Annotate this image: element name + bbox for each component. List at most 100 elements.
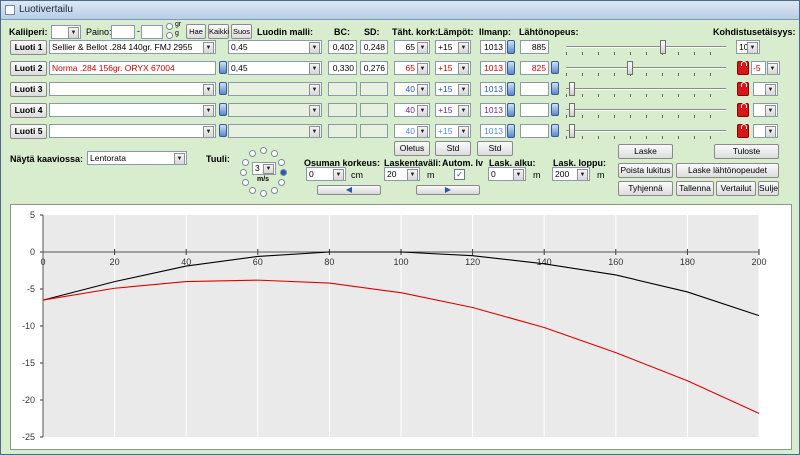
taht-3-select[interactable]: 40 ▼ (394, 82, 430, 96)
taht-1-select[interactable]: 65 ▼ (394, 40, 430, 54)
sulje-button[interactable]: Sulje (758, 181, 779, 196)
wind-dir-radio-selected[interactable] (280, 169, 287, 176)
wind-dir-radio[interactable] (242, 179, 249, 186)
velocity-5-slider[interactable] (566, 122, 726, 140)
ilmanp-1-spinner[interactable] (507, 40, 515, 54)
laske-lahtonopeudet-button[interactable]: Laske lähtönopeudet (676, 163, 779, 178)
temp-1-select[interactable]: +15 ▼ (435, 40, 471, 54)
slider-thumb[interactable] (569, 82, 576, 96)
bullet-3-spinner[interactable] (219, 82, 227, 95)
kaikki-button[interactable]: Kaikki (208, 24, 229, 39)
wind-dir-radio[interactable] (271, 150, 278, 157)
velocity-4-field[interactable] (520, 103, 549, 117)
bullet-4-select[interactable]: ▼ (49, 103, 216, 117)
velocity-4-slider[interactable] (566, 101, 726, 119)
zero-1-select[interactable]: 100▼ (736, 40, 760, 54)
lock-icon[interactable] (737, 124, 749, 138)
ilmanp-3-field[interactable]: 1013 (480, 82, 506, 96)
bullet-3-select[interactable]: ▼ (49, 82, 216, 96)
velocity-4-spinner[interactable] (551, 103, 559, 116)
poista-lukitus-button[interactable]: Poista lukitus (618, 163, 673, 178)
autom-checkbox[interactable]: ✓ (454, 169, 465, 180)
osuman-select[interactable]: 0 ▼ (306, 167, 346, 181)
velocity-3-spinner[interactable] (551, 82, 559, 95)
wind-dir-radio[interactable] (240, 169, 247, 176)
temp-5-select[interactable]: +15 ▼ (435, 124, 471, 138)
lock-icon[interactable] (737, 61, 749, 75)
taht-2-select[interactable]: 65 ▼ (394, 61, 430, 75)
oletus-button[interactable]: Oletus (394, 141, 430, 156)
wind-dir-radio[interactable] (271, 187, 278, 194)
bullet-5-spinner[interactable] (219, 124, 227, 137)
lask-loppu-select[interactable]: 200 ▼ (552, 167, 590, 181)
std-pressure-button[interactable]: Std (477, 141, 513, 156)
nayta-select[interactable]: Lentorata ▼ (87, 151, 187, 165)
paino-max-input[interactable] (141, 25, 163, 39)
ilmanp-4-spinner[interactable] (507, 103, 515, 117)
slider-thumb[interactable] (569, 103, 576, 117)
laskentavali-select[interactable]: 20 ▼ (384, 167, 420, 181)
wind-dir-radio[interactable] (249, 150, 256, 157)
taht-5-select[interactable]: 40 ▼ (394, 124, 430, 138)
velocity-3-field[interactable] (520, 82, 549, 96)
luoti-5-button[interactable]: Luoti 5 (10, 124, 47, 139)
bc-select-2[interactable]: 0,45 ▼ (228, 61, 322, 75)
bullet-2-select[interactable]: Norma .284 156gr. ORYX 67004 (49, 61, 216, 75)
laske-button[interactable]: Laske (618, 144, 673, 159)
wind-direction-dial[interactable]: 3 ▼ m/s (236, 145, 292, 197)
velocity-1-slider[interactable] (566, 38, 726, 56)
lock-icon[interactable] (737, 82, 749, 96)
zero-5-select[interactable]: ▼ (753, 124, 778, 138)
zero-3-select[interactable]: ▼ (753, 82, 778, 96)
lock-icon[interactable] (737, 103, 749, 117)
velocity-3-slider[interactable] (566, 80, 726, 98)
luoti-3-button[interactable]: Luoti 3 (10, 82, 47, 97)
slider-thumb[interactable] (626, 61, 633, 75)
velocity-2-slider[interactable] (566, 59, 726, 77)
std-temp-button[interactable]: Std (435, 141, 471, 156)
bc-select-1[interactable]: 0,45 ▼ (228, 40, 322, 54)
velocity-2-spinner[interactable] (551, 61, 559, 74)
suos-button[interactable]: Suos (231, 24, 252, 39)
bullet-2-spinner[interactable] (219, 61, 227, 74)
vertailut-button[interactable]: Vertailut (716, 181, 756, 196)
bullet-5-select[interactable]: ▼ (49, 124, 216, 138)
title-bar[interactable]: Luotivertailu (1, 1, 799, 20)
bc-select-5[interactable]: ▼ (228, 124, 322, 138)
unit-gr-radio[interactable] (166, 23, 173, 30)
ilmanp-4-field[interactable]: 1013 (480, 103, 506, 117)
slider-thumb[interactable] (660, 40, 667, 54)
wind-speed-select[interactable]: 3 ▼ (252, 162, 276, 175)
tallenna-button[interactable]: Tallenna (676, 181, 714, 196)
arrow-right-button[interactable]: ▶ (416, 185, 480, 195)
tyhjenna-button[interactable]: Tyhjennä (618, 181, 673, 196)
bullet-1-select[interactable]: Sellier & Bellot .284 140gr. FMJ 2955 ▼ (49, 40, 216, 54)
bc-select-3[interactable]: ▼ (228, 82, 322, 96)
unit-g-radio[interactable] (166, 32, 173, 39)
wind-dir-radio[interactable] (242, 159, 249, 166)
velocity-5-spinner[interactable] (551, 124, 559, 137)
wind-dir-radio[interactable] (249, 187, 256, 194)
ilmanp-3-spinner[interactable] (507, 82, 515, 96)
zero-4-select[interactable]: ▼ (753, 103, 778, 117)
paino-min-input[interactable] (111, 25, 135, 39)
bc-select-4[interactable]: ▼ (228, 103, 322, 117)
ilmanp-1-field[interactable]: 1013 (480, 40, 506, 54)
ilmanp-2-spinner[interactable] (507, 61, 515, 75)
luoti-1-button[interactable]: Luoti 1 (10, 40, 47, 55)
luoti-4-button[interactable]: Luoti 4 (10, 103, 47, 118)
ilmanp-5-spinner[interactable] (507, 124, 515, 138)
zero-2-select[interactable]: ▼ (767, 61, 780, 75)
wind-dir-radio[interactable] (260, 190, 267, 197)
ilmanp-2-field[interactable]: 1013 (480, 61, 506, 75)
taht-4-select[interactable]: 40 ▼ (394, 103, 430, 117)
luoti-2-button[interactable]: Luoti 2 (10, 61, 47, 76)
bullet-4-spinner[interactable] (219, 103, 227, 116)
ilmanp-5-field[interactable]: 1013 (480, 124, 506, 138)
kaliiperi-select[interactable]: ▼ (51, 25, 81, 39)
velocity-2-field[interactable]: 825 (520, 61, 549, 75)
zero-2-field[interactable]: -5 (751, 61, 766, 75)
temp-3-select[interactable]: +15 ▼ (435, 82, 471, 96)
wind-dir-radio[interactable] (278, 179, 285, 186)
hae-button[interactable]: Hae (186, 24, 206, 39)
